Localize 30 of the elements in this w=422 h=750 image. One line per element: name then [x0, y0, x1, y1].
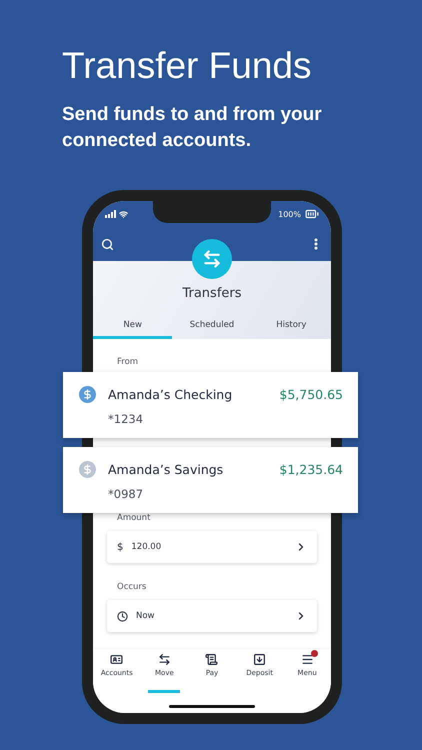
- battery-icon: [305, 207, 319, 221]
- battery-level: 100%: [278, 210, 301, 218]
- download-icon: [253, 653, 266, 666]
- search-button[interactable]: [101, 238, 114, 250]
- account-name: Amanda’s Savings: [108, 462, 224, 478]
- account-name: Amanda’s Checking: [108, 387, 234, 402]
- clock-icon: [117, 610, 128, 622]
- arrows-icon: [158, 653, 171, 666]
- amount-field[interactable]: $ 120.00: [107, 531, 317, 563]
- document-icon: [205, 653, 218, 666]
- wifi-icon: [119, 210, 128, 218]
- id-card-icon: [110, 653, 124, 666]
- tab[interactable]: Scheduled: [172, 315, 252, 339]
- account-number: *0987: [108, 486, 144, 501]
- account-card[interactable]: Amanda’s Savings $1,235.64 *0987: [63, 447, 358, 513]
- signal-icon: [105, 210, 116, 218]
- transfer-icon: [192, 239, 232, 279]
- account-number: *1234: [108, 412, 144, 426]
- menu-icon: [300, 653, 314, 666]
- field-label: Occurs: [117, 582, 148, 592]
- tab[interactable]: History: [252, 315, 331, 339]
- field-label: From: [117, 357, 140, 367]
- account-card[interactable]: Amanda’s Checking $5,750.65 *1234: [63, 372, 358, 438]
- headline: Transfer Funds: [62, 44, 312, 88]
- account-balance: $5,750.65: [279, 387, 343, 402]
- occurs-field[interactable]: Now: [107, 600, 317, 632]
- subtitle: Send funds to and from your connected accounts.: [62, 103, 323, 153]
- screen-title: Transfers: [182, 286, 242, 301]
- field-label: Amount: [117, 513, 152, 523]
- account-balance: $1,235.64: [279, 462, 343, 478]
